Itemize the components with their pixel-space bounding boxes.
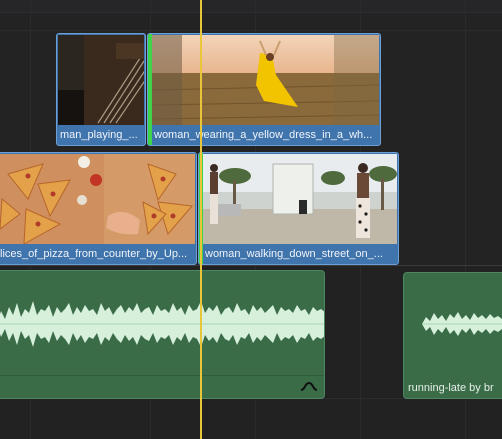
piano-thumbnail-icon <box>58 35 144 125</box>
clip-label: woman_walking_down_street_on_... <box>205 248 383 260</box>
clip-thumbnail <box>0 154 195 244</box>
audio-waveform <box>422 312 502 336</box>
clip-thumbnail <box>58 35 144 125</box>
clip-label: man_playing_... <box>60 129 138 141</box>
audio-waveform <box>0 301 324 347</box>
clip-label: woman_wearing_a_yellow_dress_in_a_wh... <box>154 129 373 141</box>
pizza-thumbnail-icon <box>0 154 195 244</box>
track-divider <box>0 30 502 31</box>
clip-woman-yellow-dress[interactable]: woman_wearing_a_yellow_dress_in_a_wh... <box>147 33 381 146</box>
track-divider <box>0 265 502 266</box>
street-thumbnail-icon <box>203 154 397 244</box>
clip-woman-walking-street[interactable]: woman_walking_down_street_on_... <box>198 152 399 265</box>
clip-man-playing-piano[interactable]: man_playing_... <box>56 33 146 146</box>
field-thumbnail-icon <box>152 35 379 125</box>
audio-clip-running-late[interactable]: running-late by br <box>403 272 502 399</box>
clip-thumbnail <box>203 154 397 244</box>
clip-label: lices_of_pizza_from_counter_by_Up... <box>0 248 188 260</box>
clip-label: running-late by br <box>408 382 494 394</box>
timeline-ruler-area <box>0 0 502 12</box>
track-divider <box>0 12 502 13</box>
audio-volume-line[interactable] <box>0 375 324 376</box>
clip-pizza-slices[interactable]: lices_of_pizza_from_counter_by_Up... <box>0 152 197 265</box>
clip-thumbnail <box>152 35 379 125</box>
keyframe-curve-icon[interactable] <box>300 381 318 393</box>
audio-clip-main[interactable] <box>0 270 325 399</box>
playhead[interactable] <box>200 0 202 439</box>
